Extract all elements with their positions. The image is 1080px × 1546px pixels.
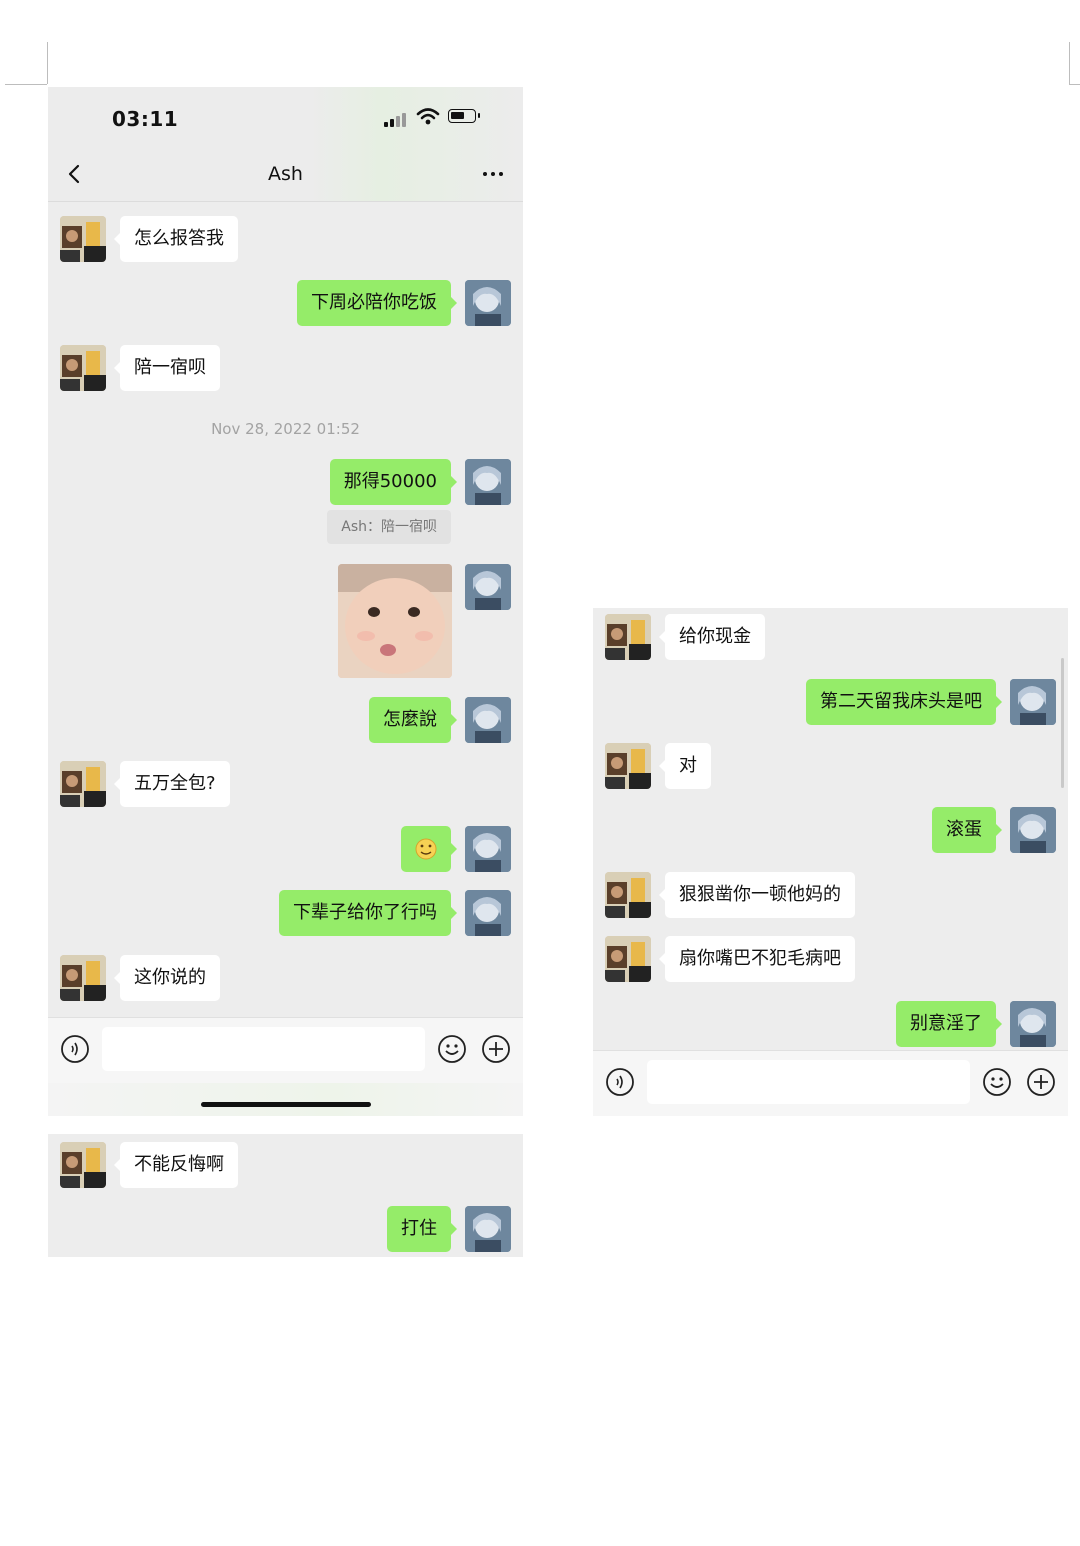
message-bubble-sent[interactable]: 那得50000	[329, 459, 458, 505]
plus-icon[interactable]	[1026, 1067, 1056, 1097]
message-bubble-received[interactable]: 对	[659, 743, 711, 789]
message-bubble-received[interactable]: 这你说的	[114, 955, 220, 1001]
voice-icon[interactable]	[605, 1067, 635, 1097]
chat-screenshot-1: 03:11 Ash 怎么报答我 下周必陪你吃饭 陪一宿呗 Nov 28, 202…	[48, 87, 523, 1116]
message-bubble-received[interactable]: 给你现金	[659, 614, 765, 660]
emoji-message-bubble[interactable]	[401, 826, 457, 872]
contact-avatar[interactable]	[605, 743, 651, 789]
crop-mark-right-horizontal	[1069, 84, 1080, 85]
my-avatar[interactable]	[465, 280, 511, 326]
message-bubble-received[interactable]: 陪一宿呗	[114, 345, 220, 391]
message-input[interactable]	[647, 1060, 970, 1104]
message-bubble-received[interactable]: 不能反悔啊	[114, 1142, 238, 1188]
contact-avatar[interactable]	[60, 761, 106, 807]
scrollbar[interactable]	[1061, 658, 1064, 788]
message-bubble-received[interactable]: 扇你嘴巴不犯毛病吧	[659, 936, 855, 982]
sticker-image[interactable]	[338, 564, 452, 678]
my-avatar[interactable]	[465, 697, 511, 743]
my-avatar[interactable]	[1010, 679, 1056, 725]
home-area	[48, 1083, 523, 1116]
input-toolbar	[593, 1050, 1068, 1116]
my-avatar[interactable]	[465, 564, 511, 610]
contact-avatar[interactable]	[60, 955, 106, 1001]
emoji-icon[interactable]	[982, 1067, 1012, 1097]
contact-avatar[interactable]	[605, 936, 651, 982]
my-avatar[interactable]	[465, 890, 511, 936]
signal-icon	[384, 111, 410, 127]
status-bar: 03:11	[48, 87, 523, 149]
my-avatar[interactable]	[465, 826, 511, 872]
home-indicator[interactable]	[201, 1102, 371, 1107]
crop-mark-right-vertical	[1069, 42, 1070, 84]
message-bubble-sent[interactable]: 别意淫了	[896, 1001, 1002, 1047]
message-bubble-sent[interactable]: 怎麼說	[369, 697, 457, 743]
crop-mark-left-vertical	[47, 42, 48, 84]
message-bubble-sent[interactable]: 下周必陪你吃饭	[297, 280, 457, 326]
emoji-icon[interactable]	[437, 1034, 467, 1064]
smile-emoji-icon	[415, 838, 437, 860]
battery-icon	[448, 109, 480, 123]
input-toolbar	[48, 1017, 523, 1084]
contact-avatar[interactable]	[60, 345, 106, 391]
contact-avatar[interactable]	[60, 216, 106, 262]
chat-screenshot-3: 给你现金 第二天留我床头是吧 对 滚蛋 狠狠凿你一顿他妈的 扇你嘴巴不犯毛病吧 …	[593, 608, 1068, 1116]
wifi-icon	[416, 108, 440, 125]
chat-header: Ash	[48, 149, 523, 202]
message-bubble-received[interactable]: 怎么报答我	[114, 216, 238, 262]
message-bubble-sent[interactable]: 第二天留我床头是吧	[806, 679, 1002, 725]
message-input[interactable]	[102, 1027, 425, 1071]
quoted-message[interactable]: Ash：陪一宿呗	[327, 510, 451, 544]
message-bubble-received[interactable]: 狠狠凿你一顿他妈的	[659, 872, 855, 918]
plus-icon[interactable]	[481, 1034, 511, 1064]
voice-icon[interactable]	[60, 1034, 90, 1064]
my-avatar[interactable]	[465, 459, 511, 505]
message-bubble-sent[interactable]: 下辈子给你了行吗	[279, 890, 457, 936]
my-avatar[interactable]	[1010, 1001, 1056, 1047]
my-avatar[interactable]	[465, 1206, 511, 1252]
my-avatar[interactable]	[1010, 807, 1056, 853]
contact-avatar[interactable]	[605, 872, 651, 918]
message-timestamp: Nov 28, 2022 01:52	[211, 420, 360, 438]
more-icon[interactable]	[481, 163, 505, 185]
crop-mark-left-horizontal	[5, 84, 47, 85]
message-bubble-sent[interactable]: 打住	[387, 1206, 457, 1252]
message-bubble-sent[interactable]: 滚蛋	[932, 807, 1002, 853]
chat-title: Ash	[268, 163, 303, 185]
contact-avatar[interactable]	[605, 614, 651, 660]
status-time: 03:11	[112, 107, 179, 131]
contact-avatar[interactable]	[60, 1142, 106, 1188]
chat-screenshot-2: 不能反悔啊 打住	[48, 1134, 523, 1257]
message-bubble-received[interactable]: 五万全包?	[114, 761, 230, 807]
